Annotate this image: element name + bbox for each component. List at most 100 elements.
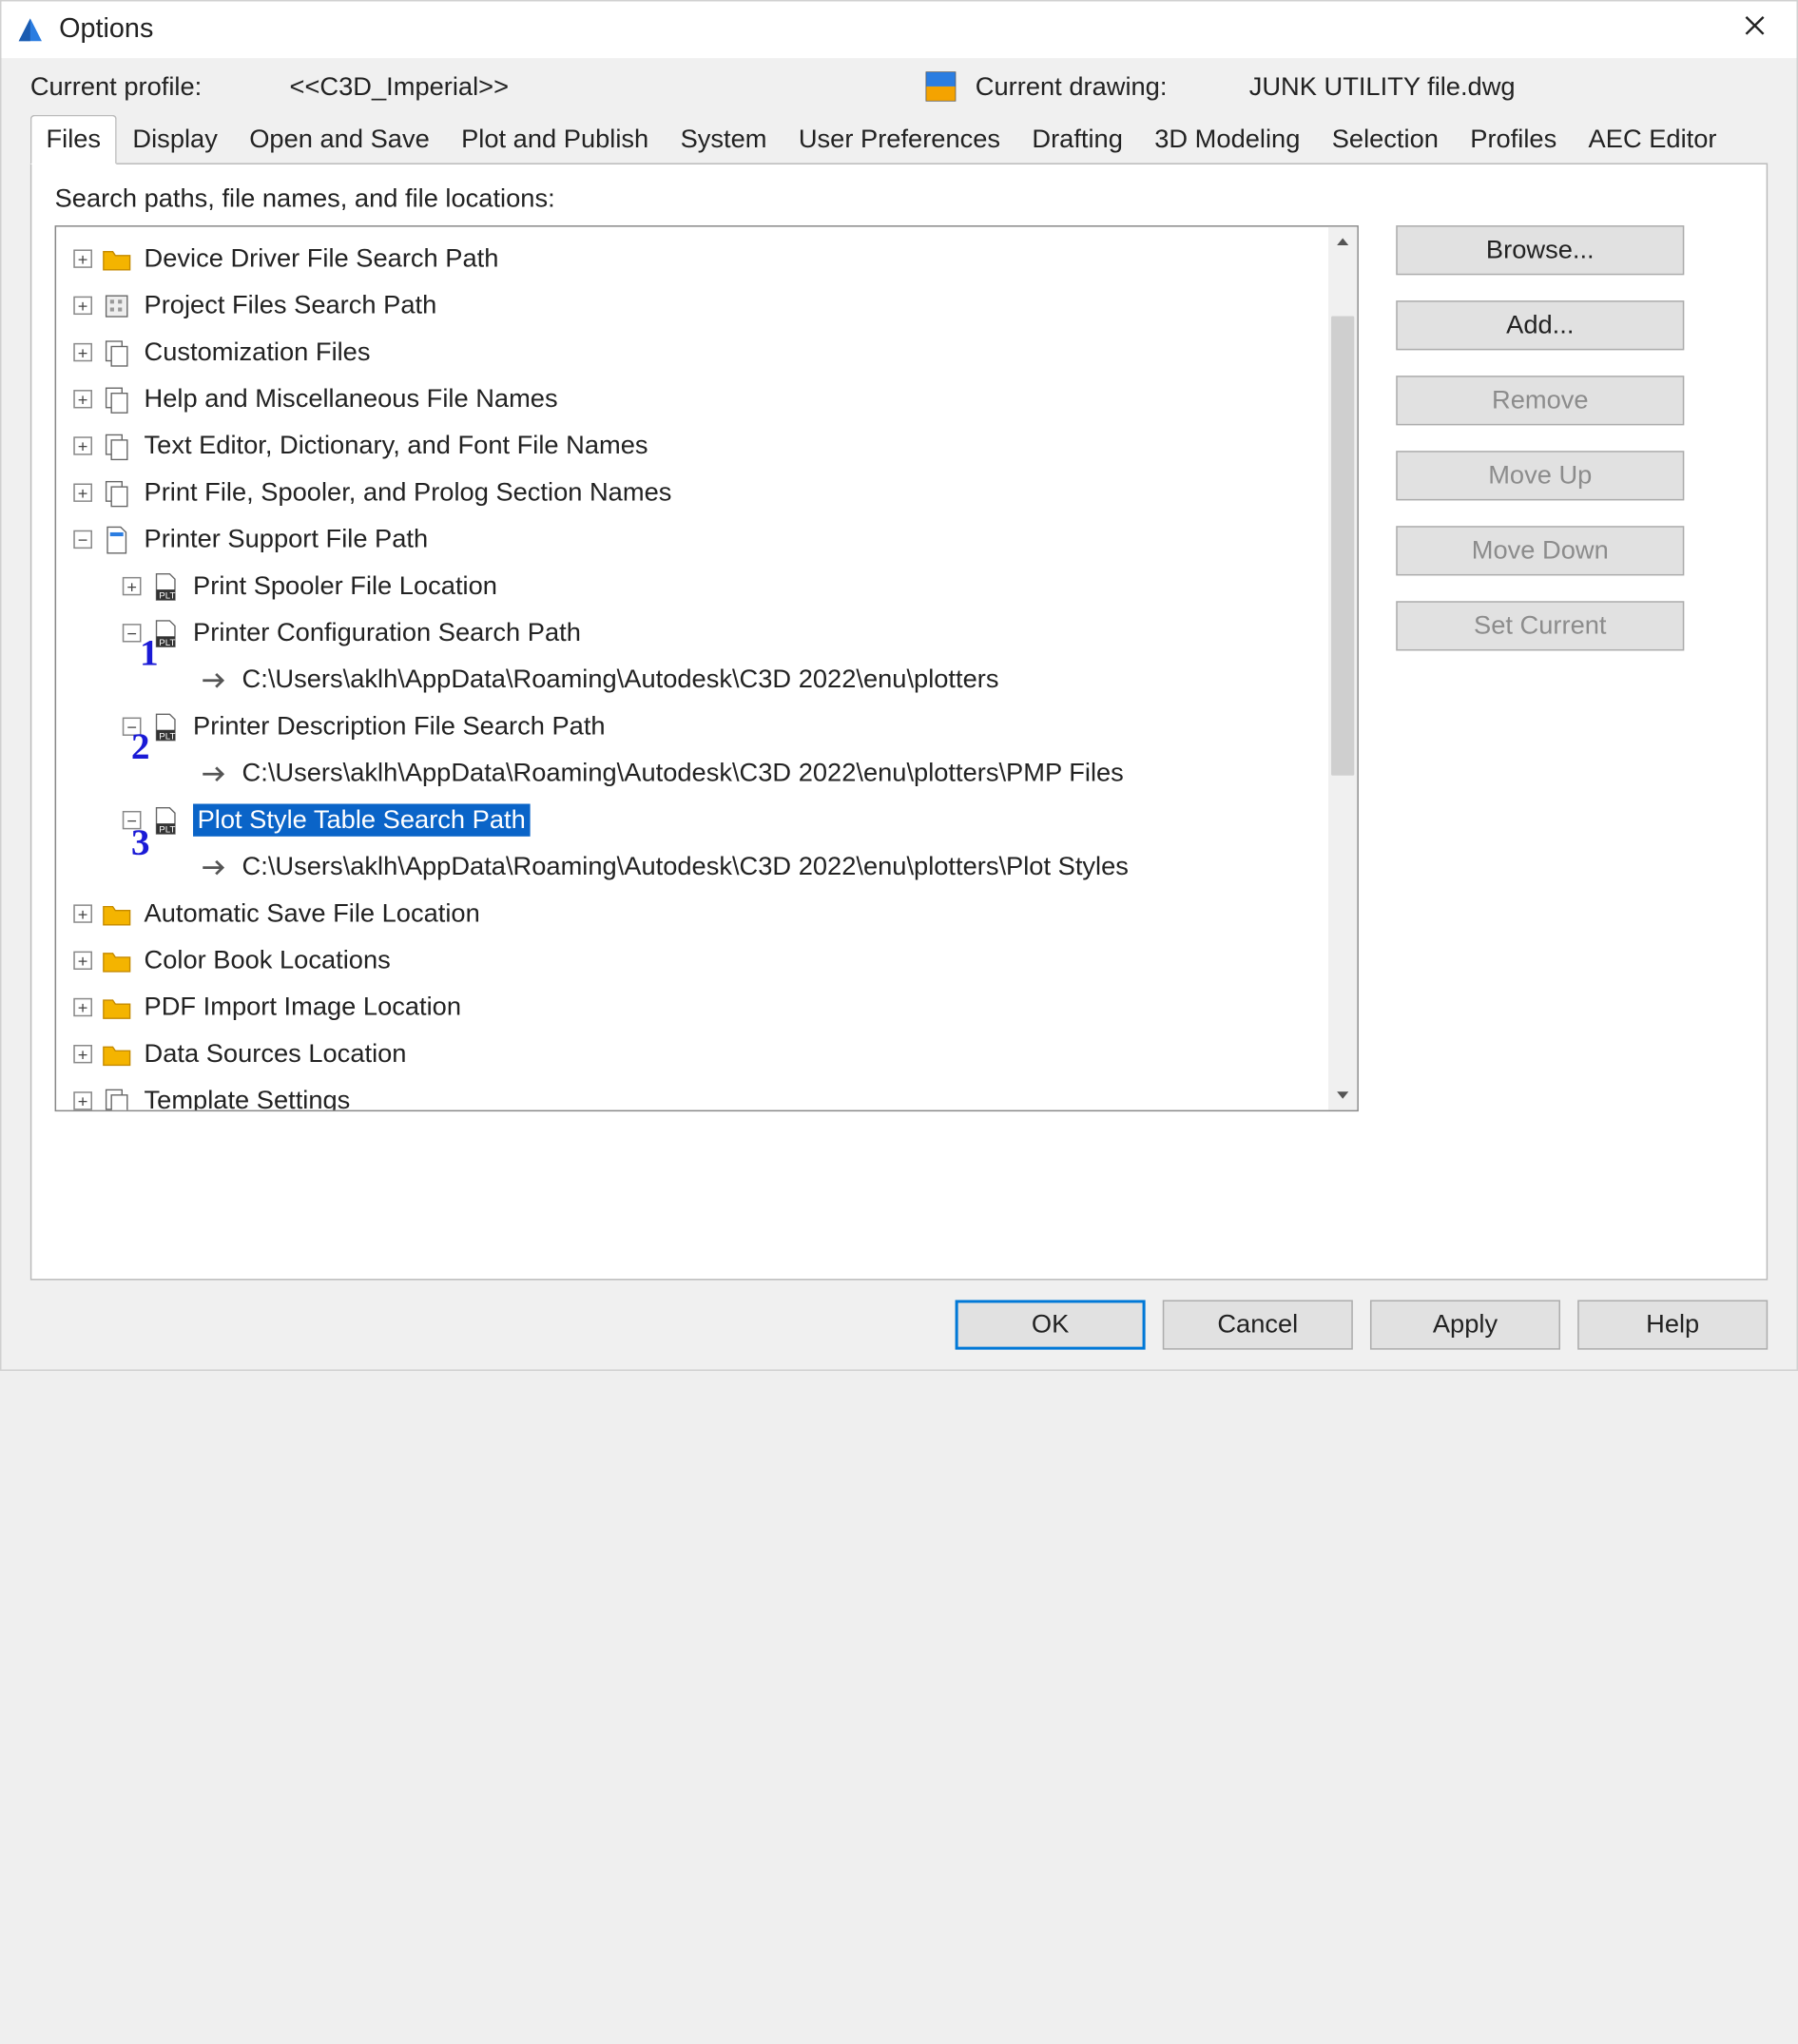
tree-row[interactable]: + Color Book Locations: [62, 937, 1351, 984]
tab-user-preferences[interactable]: User Preferences: [783, 115, 1016, 164]
tab-system[interactable]: System: [665, 115, 783, 164]
expand-icon[interactable]: +: [73, 998, 92, 1016]
header-row: Current profile: <<C3D_Imperial>> Curren…: [2, 58, 1797, 109]
remove-button[interactable]: Remove: [1396, 376, 1684, 425]
tree-row-label: Help and Miscellaneous File Names: [145, 384, 558, 414]
tree-row-label: Data Sources Location: [145, 1039, 407, 1069]
tree-row[interactable]: C:\Users\aklh\AppData\Roaming\Autodesk\C…: [62, 656, 1351, 703]
tree-row[interactable]: + Device Driver File Search Path: [62, 236, 1351, 282]
arrow-icon: [199, 851, 230, 882]
help-button[interactable]: Help: [1577, 1300, 1768, 1349]
current-drawing-label: Current drawing:: [976, 71, 1249, 101]
tab-display[interactable]: Display: [117, 115, 234, 164]
files-icon: [101, 431, 132, 462]
tab-drafting[interactable]: Drafting: [1016, 115, 1139, 164]
options-dialog: Options Current profile: <<C3D_Imperial>…: [0, 0, 1798, 1371]
tree-row-label: Printer Configuration Search Path: [193, 618, 581, 647]
tab-profiles[interactable]: Profiles: [1455, 115, 1573, 164]
tree-row[interactable]: −Printer Support File Path: [62, 516, 1351, 563]
expand-icon[interactable]: +: [123, 577, 142, 595]
tab-open-and-save[interactable]: Open and Save: [234, 115, 446, 164]
tree-row-label: Template Settings: [145, 1086, 351, 1111]
svg-text:PLT: PLT: [159, 637, 175, 647]
tree-row-label: Color Book Locations: [145, 946, 391, 975]
tree-row-label: C:\Users\aklh\AppData\Roaming\Autodesk\C…: [242, 665, 999, 694]
tree-row[interactable]: +Text Editor, Dictionary, and Font File …: [62, 422, 1351, 469]
tab-selection[interactable]: Selection: [1316, 115, 1455, 164]
tree-row-label: Plot Style Table Search Path: [193, 804, 530, 837]
tree-row[interactable]: − PLT Plot Style Table Search Path: [62, 797, 1351, 843]
set-current-button[interactable]: Set Current: [1396, 601, 1684, 650]
tree-row[interactable]: + PDF Import Image Location: [62, 984, 1351, 1031]
files-icon: [101, 383, 132, 415]
tab-files[interactable]: Files: [30, 115, 117, 164]
scroll-down-icon[interactable]: [1328, 1079, 1357, 1110]
expand-icon[interactable]: +: [73, 436, 92, 454]
tab-3d-modeling[interactable]: 3D Modeling: [1139, 115, 1316, 164]
current-profile-label: Current profile:: [30, 71, 290, 101]
file-paths-tree[interactable]: + Device Driver File Search Path +Project …: [55, 225, 1359, 1111]
expand-icon[interactable]: +: [73, 952, 92, 970]
folder-yellow-icon: [101, 243, 132, 275]
arrow-icon: [199, 758, 230, 789]
scroll-up-icon[interactable]: [1328, 227, 1357, 259]
plt-icon: PLT: [150, 804, 182, 836]
tree-row[interactable]: C:\Users\aklh\AppData\Roaming\Autodesk\C…: [62, 843, 1351, 890]
cancel-button[interactable]: Cancel: [1163, 1300, 1353, 1349]
collapse-icon[interactable]: −: [123, 624, 142, 642]
svg-text:PLT: PLT: [159, 731, 175, 742]
expand-icon[interactable]: +: [73, 249, 92, 267]
add-button[interactable]: Add...: [1396, 300, 1684, 350]
tree-row-label: Print File, Spooler, and Prolog Section …: [145, 478, 672, 508]
tree-row[interactable]: +PLTPrint Spooler File Location: [62, 563, 1351, 609]
svg-text:PLT: PLT: [159, 824, 175, 835]
tree-row[interactable]: + Data Sources Location: [62, 1031, 1351, 1077]
scroll-thumb[interactable]: [1331, 317, 1354, 776]
move-up-button[interactable]: Move Up: [1396, 451, 1684, 500]
collapse-icon[interactable]: −: [123, 811, 142, 829]
collapse-icon[interactable]: −: [123, 718, 142, 736]
expand-icon[interactable]: +: [73, 297, 92, 315]
tree-row[interactable]: +Automatic Save File Location: [62, 890, 1351, 936]
tree-row[interactable]: −PLTPrinter Description File Search Path: [62, 704, 1351, 750]
svg-text:PLT: PLT: [159, 590, 175, 601]
move-down-button[interactable]: Move Down: [1396, 526, 1684, 575]
expand-icon[interactable]: +: [73, 343, 92, 361]
db-icon: [101, 290, 132, 321]
titlebar: Options: [2, 1, 1797, 58]
tab-plot-and-publish[interactable]: Plot and Publish: [445, 115, 664, 164]
folder-yellow-icon: [101, 898, 132, 930]
tree-row[interactable]: C:\Users\aklh\AppData\Roaming\Autodesk\C…: [62, 750, 1351, 797]
expand-icon[interactable]: +: [73, 484, 92, 502]
tree-row-label: Customization Files: [145, 337, 371, 367]
expand-icon[interactable]: +: [73, 1091, 92, 1109]
tree-row[interactable]: + Customization Files: [62, 329, 1351, 376]
tree-row[interactable]: + Print File, Spooler, and Prolog Section…: [62, 470, 1351, 516]
tabstrip: FilesDisplayOpen and SavePlot and Publis…: [30, 115, 1797, 164]
current-drawing-value: JUNK UTILITY file.dwg: [1249, 71, 1516, 101]
collapse-icon[interactable]: −: [73, 530, 92, 549]
ok-button[interactable]: OK: [956, 1300, 1146, 1349]
browse-button[interactable]: Browse...: [1396, 225, 1684, 275]
window-title: Options: [59, 14, 153, 46]
tree-row[interactable]: + Template Settings: [62, 1077, 1351, 1111]
tree-scrollbar[interactable]: [1328, 227, 1357, 1110]
tree-row-label: Device Driver File Search Path: [145, 243, 499, 273]
expand-icon[interactable]: +: [73, 904, 92, 922]
expand-icon[interactable]: +: [73, 390, 92, 408]
section-label: Search paths, file names, and file locat…: [55, 184, 1744, 214]
plt-icon: PLT: [150, 617, 182, 648]
apply-button[interactable]: Apply: [1370, 1300, 1560, 1349]
tree-row-label: PDF Import Image Location: [145, 993, 462, 1022]
plt-icon: PLT: [150, 711, 182, 742]
expand-icon[interactable]: +: [73, 1045, 92, 1063]
drawing-icon: [923, 69, 957, 104]
close-button[interactable]: [1733, 12, 1776, 42]
current-profile-value: <<C3D_Imperial>>: [290, 71, 924, 101]
tree-row[interactable]: +Project Files Search Path: [62, 282, 1351, 329]
tree-row[interactable]: + Help and Miscellaneous File Names: [62, 376, 1351, 422]
app-icon: [13, 12, 48, 47]
tree-row[interactable]: − PLT Printer Configuration Search Path: [62, 609, 1351, 656]
tab-aec-editor[interactable]: AEC Editor: [1573, 115, 1732, 164]
folder-yellow-icon: [101, 1038, 132, 1070]
